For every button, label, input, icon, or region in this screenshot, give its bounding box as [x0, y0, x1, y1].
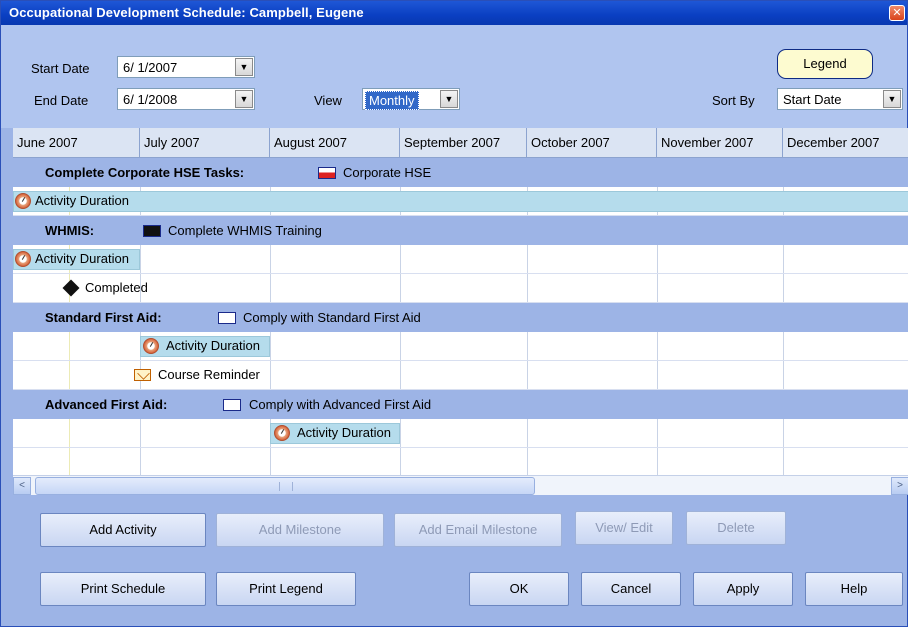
- ok-button[interactable]: OK: [469, 572, 569, 606]
- end-date-label: End Date: [34, 93, 89, 108]
- milestone-label: Completed: [85, 280, 148, 295]
- group-row-corporate-hse[interactable]: Complete Corporate HSE Tasks: Corporate …: [13, 158, 908, 187]
- clock-icon: [143, 338, 159, 354]
- close-icon[interactable]: ✕: [889, 5, 905, 21]
- month-column-header: September 2007: [400, 128, 527, 158]
- schedule-row: Activity Duration: [13, 187, 908, 216]
- print-schedule-button[interactable]: Print Schedule: [40, 572, 206, 606]
- chevron-down-icon[interactable]: ▼: [235, 58, 253, 76]
- horizontal-scrollbar[interactable]: < >: [13, 475, 908, 495]
- scroll-left-icon[interactable]: <: [13, 477, 31, 495]
- schedule-row: Activity Duration: [13, 332, 908, 361]
- group-title: WHMIS:: [45, 223, 95, 238]
- grip-icon: [279, 482, 293, 491]
- schedule-row: Activity Duration: [13, 245, 908, 274]
- flag-icon: [223, 399, 241, 411]
- schedule-row: Activity Duration: [13, 419, 908, 448]
- milestone-diamond-icon[interactable]: [62, 279, 80, 297]
- envelope-icon[interactable]: [134, 369, 151, 381]
- flag-icon: [218, 312, 236, 324]
- add-email-milestone-button[interactable]: Add Email Milestone: [394, 513, 562, 547]
- activity-duration-label: Activity Duration: [35, 193, 129, 208]
- month-column-header: July 2007: [140, 128, 270, 158]
- sort-by-value: Start Date: [783, 92, 842, 107]
- view-select[interactable]: Monthly ▼: [362, 88, 460, 110]
- add-milestone-button[interactable]: Add Milestone: [216, 513, 384, 547]
- group-row-whmis[interactable]: WHMIS: Complete WHMIS Training: [13, 216, 908, 245]
- end-date-picker[interactable]: 6/ 1/2008 ▼: [117, 88, 255, 110]
- group-goal-link[interactable]: Corporate HSE: [343, 165, 431, 180]
- schedule-grid: June 2007 July 2007 August 2007 Septembe…: [13, 128, 908, 475]
- month-column-header: June 2007: [13, 128, 140, 158]
- month-header: June 2007 July 2007 August 2007 Septembe…: [13, 128, 908, 158]
- delete-button[interactable]: Delete: [686, 511, 786, 545]
- sort-by-label: Sort By: [712, 93, 755, 108]
- email-milestone-label: Course Reminder: [158, 367, 260, 382]
- sort-by-select[interactable]: Start Date ▼: [777, 88, 903, 110]
- clock-icon: [15, 193, 31, 209]
- activity-duration-label: Activity Duration: [297, 425, 391, 440]
- view-edit-button[interactable]: View/ Edit: [575, 511, 673, 545]
- apply-button[interactable]: Apply: [693, 572, 793, 606]
- activity-duration-label: Activity Duration: [35, 251, 129, 266]
- end-date-value: 6/ 1/2008: [123, 92, 178, 107]
- group-goal-link[interactable]: Comply with Advanced First Aid: [249, 397, 431, 412]
- month-column-header: November 2007: [657, 128, 783, 158]
- print-legend-button[interactable]: Print Legend: [216, 572, 356, 606]
- activity-duration-label: Activity Duration: [166, 338, 260, 353]
- chevron-down-icon[interactable]: ▼: [440, 90, 458, 108]
- group-title: Advanced First Aid:: [45, 397, 168, 412]
- start-date-value: 6/ 1/2007: [123, 60, 178, 75]
- flag-icon: [143, 225, 161, 237]
- group-row-advanced-first-aid[interactable]: Advanced First Aid: Comply with Advanced…: [13, 390, 908, 419]
- group-row-standard-first-aid[interactable]: Standard First Aid: Comply with Standard…: [13, 303, 908, 332]
- view-label: View: [314, 93, 342, 108]
- cancel-button[interactable]: Cancel: [581, 572, 681, 606]
- start-date-picker[interactable]: 6/ 1/2007 ▼: [117, 56, 255, 78]
- flag-icon: [318, 167, 336, 179]
- scroll-right-icon[interactable]: >: [891, 477, 908, 495]
- group-title: Complete Corporate HSE Tasks:: [45, 165, 245, 180]
- start-date-label: Start Date: [31, 61, 90, 76]
- chevron-down-icon[interactable]: ▼: [235, 90, 253, 108]
- group-goal-link[interactable]: Complete WHMIS Training: [168, 223, 322, 238]
- month-column-header: December 2007: [787, 135, 880, 150]
- activity-duration-bar[interactable]: [13, 191, 908, 212]
- view-value: Monthly: [365, 91, 419, 110]
- filter-panel: Start Date 6/ 1/2007 ▼ End Date 6/ 1/200…: [1, 25, 907, 128]
- clock-icon: [274, 425, 290, 441]
- month-column-header: August 2007: [270, 128, 400, 158]
- add-activity-button[interactable]: Add Activity: [40, 513, 206, 547]
- help-button[interactable]: Help: [805, 572, 903, 606]
- month-column-header: October 2007: [527, 128, 657, 158]
- legend-button[interactable]: Legend: [777, 49, 873, 79]
- title-bar: Occupational Development Schedule: Campb…: [1, 1, 907, 25]
- schedule-row: Completed: [13, 274, 908, 303]
- schedule-window: Occupational Development Schedule: Campb…: [0, 0, 908, 627]
- window-title: Occupational Development Schedule: Campb…: [9, 5, 364, 20]
- group-title: Standard First Aid:: [45, 310, 162, 325]
- schedule-row: Course Reminder: [13, 361, 908, 390]
- clock-icon: [15, 251, 31, 267]
- chevron-down-icon[interactable]: ▼: [883, 90, 901, 108]
- group-goal-link[interactable]: Comply with Standard First Aid: [243, 310, 421, 325]
- scrollbar-thumb[interactable]: [35, 477, 535, 495]
